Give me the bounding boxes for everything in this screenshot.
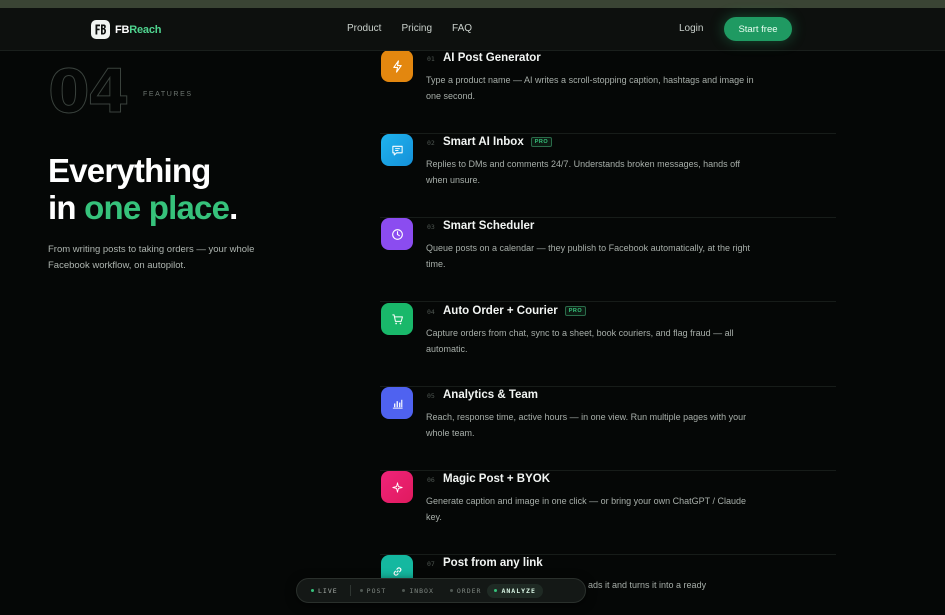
headline-line2: in one place. (48, 189, 238, 226)
feature-item-auto-order-courier[interactable]: 04 Auto Order + Courier PRO Capture order… (380, 303, 836, 387)
dot-icon (359, 589, 363, 592)
feature-title-text: Analytics & Team (443, 389, 539, 401)
feature-title: Magic Post + BYOK (443, 473, 550, 485)
login-link[interactable]: Login (679, 23, 703, 34)
bar-chart-icon (381, 387, 413, 419)
page: FBReach Product Pricing FAQ Login Start … (0, 0, 945, 615)
live-dot-icon (311, 589, 314, 592)
logo-reach: Reach (129, 23, 162, 36)
feature-title: Post from any link (443, 557, 543, 569)
feature-description: Type a product name — AI writes a scroll… (426, 75, 754, 101)
tab-label: ANALYZE (501, 586, 536, 595)
feature-title-text: AI Post Generator (443, 52, 541, 64)
dot-icon (449, 589, 453, 592)
sparkle-icon (381, 471, 413, 503)
feature-number: 06 (427, 476, 435, 484)
demo-tab-bar: LIVE POST INBOX ORDER ANALYZE (296, 578, 586, 603)
page-title: Everything in one place. (48, 152, 238, 226)
top-navbar: FBReach Product Pricing FAQ Login Start … (0, 8, 945, 51)
feature-title: AI Post Generator (443, 52, 541, 64)
nav-links: Product Pricing FAQ (347, 23, 472, 34)
top-strip (0, 0, 945, 8)
dot-icon (402, 589, 406, 592)
logo-text: FBReach (115, 24, 161, 36)
live-indicator: LIVE (311, 587, 338, 595)
headline-in: in (48, 189, 85, 226)
hero-subtext: From writing posts to taking orders — yo… (48, 244, 255, 271)
tab-label: POST (366, 586, 387, 595)
nav-link-product[interactable]: Product (347, 23, 381, 34)
feature-number: 07 (427, 560, 435, 568)
feature-description: Replies to DMs and comments 24/7. Unders… (426, 159, 740, 185)
chat-icon (381, 134, 413, 166)
feature-title: Smart AI Inbox PRO (443, 136, 553, 148)
feature-title-text: Auto Order + Courier (443, 305, 558, 317)
feature-item-smart-ai-inbox[interactable]: 02 Smart AI Inbox PRO Replies to DMs and … (380, 134, 836, 218)
tab-order[interactable]: ORDER (449, 586, 482, 595)
feature-title-text: Smart AI Inbox (443, 136, 524, 148)
tab-inbox[interactable]: INBOX (402, 587, 434, 595)
nav-link-faq[interactable]: FAQ (452, 23, 472, 34)
feature-description: ads it and turns it into a ready (588, 580, 707, 590)
headline-line1: Everything (48, 152, 211, 189)
section-number: 04 (48, 57, 130, 127)
feature-title-text: Smart Scheduler (443, 220, 535, 232)
logo-fb: FB (115, 23, 130, 36)
dot-icon (494, 589, 498, 592)
feature-title: Smart Scheduler (443, 220, 534, 232)
lightning-icon (381, 50, 413, 82)
cart-icon (381, 303, 413, 335)
feature-description: Reach, response time, active hours — in … (426, 412, 747, 438)
start-free-button[interactable]: Start free (724, 17, 792, 41)
feature-description: Queue posts on a calendar — they publish… (426, 243, 751, 269)
divider (349, 585, 351, 596)
pro-badge: PRO (564, 306, 587, 316)
tab-label: INBOX (409, 586, 434, 595)
feature-item-smart-scheduler[interactable]: 03 Smart Scheduler Queue posts on a cale… (380, 218, 836, 302)
nav-link-pricing[interactable]: Pricing (401, 23, 432, 34)
section-label: FEATURES (143, 91, 193, 98)
feature-title: Analytics & Team (443, 389, 538, 401)
clock-icon (381, 218, 413, 250)
feature-number: 04 (427, 308, 435, 316)
logo-mark-icon (91, 20, 110, 39)
live-label: LIVE (318, 586, 338, 595)
feature-item-analytics-team[interactable]: 05 Analytics & Team Reach, response time… (380, 387, 836, 471)
headline-period: . (229, 189, 238, 226)
feature-item-magic-post-byok[interactable]: 06 Magic Post + BYOK Generate caption an… (380, 471, 836, 555)
feature-number: 05 (427, 392, 435, 400)
feature-number: 02 (427, 139, 435, 147)
feature-title-text: Post from any link (443, 557, 543, 569)
feature-description: Generate caption and image in one click … (426, 496, 747, 522)
feature-title-text: Magic Post + BYOK (443, 473, 551, 485)
pro-badge: PRO (530, 137, 553, 147)
feature-title: Auto Order + Courier PRO (443, 305, 587, 317)
tab-post[interactable]: POST (359, 586, 387, 595)
feature-description: Capture orders from chat, sync to a shee… (426, 328, 734, 354)
feature-item-ai-post-generator[interactable]: 01 AI Post Generator Type a product name… (380, 50, 836, 134)
tab-analyze[interactable]: ANALYZE (487, 583, 543, 598)
feature-number: 01 (427, 55, 435, 63)
headline-accent: one place (84, 189, 230, 226)
logo[interactable]: FBReach (91, 20, 161, 39)
feature-number: 03 (427, 223, 435, 231)
tab-label: ORDER (456, 586, 482, 595)
